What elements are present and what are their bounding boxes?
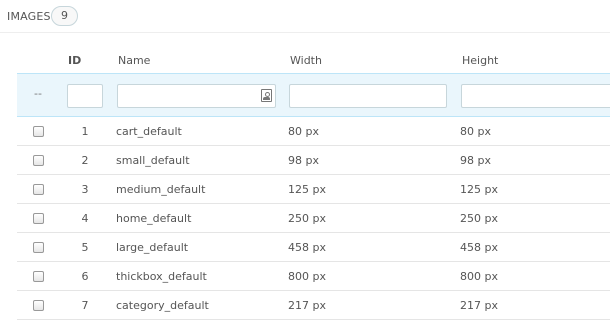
cell-height: 800 px xyxy=(460,270,498,283)
row-checkbox[interactable] xyxy=(33,300,44,311)
cell-width: 458 px xyxy=(288,241,326,254)
cell-height: 250 px xyxy=(460,212,498,225)
column-header-id[interactable]: ID xyxy=(68,54,81,67)
contact-card-icon xyxy=(261,89,272,102)
filter-height-input[interactable] xyxy=(461,84,610,108)
cell-height: 217 px xyxy=(460,299,498,312)
row-checkbox[interactable] xyxy=(33,155,44,166)
row-checkbox[interactable] xyxy=(33,213,44,224)
column-header-width[interactable]: Width xyxy=(290,54,322,67)
cell-name: thickbox_default xyxy=(116,270,207,283)
cell-id: 1 xyxy=(81,125,89,138)
cell-id: 7 xyxy=(81,299,89,312)
filter-name-input[interactable] xyxy=(117,84,276,108)
cell-width: 217 px xyxy=(288,299,326,312)
cell-name: category_default xyxy=(116,299,209,312)
cell-id: 3 xyxy=(81,183,89,196)
cell-id: 2 xyxy=(81,154,89,167)
row-checkbox[interactable] xyxy=(33,271,44,282)
cell-width: 98 px xyxy=(288,154,319,167)
count-badge: 9 xyxy=(51,6,78,26)
table-row[interactable]: 7 category_default 217 px 217 px xyxy=(17,291,610,320)
table-row[interactable]: 2 small_default 98 px 98 px xyxy=(17,146,610,175)
row-checkbox[interactable] xyxy=(33,242,44,253)
cell-height: 125 px xyxy=(460,183,498,196)
table-row[interactable]: 3 medium_default 125 px 125 px xyxy=(17,175,610,204)
cell-width: 800 px xyxy=(288,270,326,283)
cell-name: small_default xyxy=(116,154,190,167)
cell-id: 6 xyxy=(81,270,89,283)
cell-height: 98 px xyxy=(460,154,491,167)
cell-width: 125 px xyxy=(288,183,326,196)
filter-width-input[interactable] xyxy=(289,84,447,108)
panel-title: IMAGES xyxy=(7,10,51,23)
column-header-name[interactable]: Name xyxy=(118,54,150,67)
table-row[interactable]: 4 home_default 250 px 250 px xyxy=(17,204,610,233)
table-row[interactable]: 6 thickbox_default 800 px 800 px xyxy=(17,262,610,291)
cell-height: 80 px xyxy=(460,125,491,138)
panel-heading: IMAGES 9 xyxy=(0,0,610,33)
cell-name: large_default xyxy=(116,241,189,254)
cell-id: 4 xyxy=(81,212,89,225)
table-row[interactable]: 1 cart_default 80 px 80 px xyxy=(17,117,610,146)
cell-id: 5 xyxy=(81,241,89,254)
row-checkbox[interactable] xyxy=(33,126,44,137)
filter-placeholder-dash: -- xyxy=(34,87,42,100)
table-header: ID Name Width Height xyxy=(17,45,610,73)
cell-width: 80 px xyxy=(288,125,319,138)
row-checkbox[interactable] xyxy=(33,184,44,195)
column-header-height[interactable]: Height xyxy=(462,54,498,67)
table-row[interactable]: 5 large_default 458 px 458 px xyxy=(17,233,610,262)
filter-row: -- xyxy=(17,73,610,117)
cell-height: 458 px xyxy=(460,241,498,254)
cell-name: cart_default xyxy=(116,125,182,138)
cell-width: 250 px xyxy=(288,212,326,225)
table-body: 1 cart_default 80 px 80 px 2 small_defau… xyxy=(17,117,610,320)
cell-name: medium_default xyxy=(116,183,206,196)
cell-name: home_default xyxy=(116,212,192,225)
filter-id-input[interactable] xyxy=(67,84,103,108)
